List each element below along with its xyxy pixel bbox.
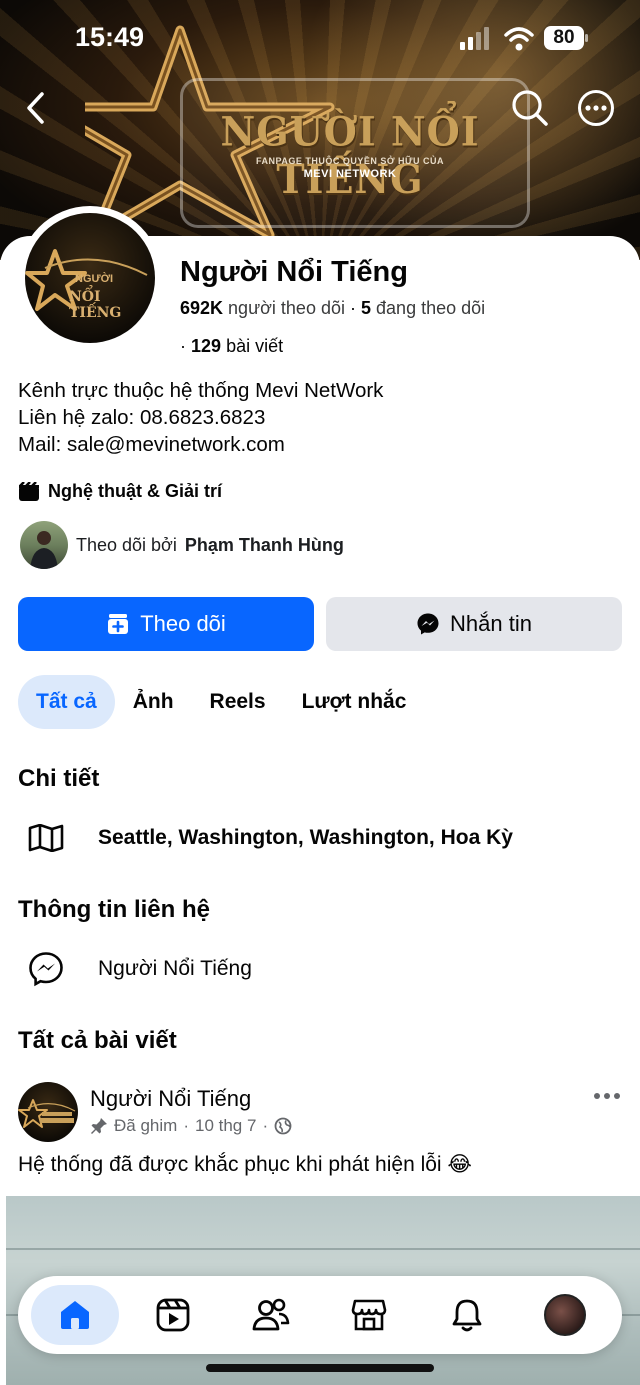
more-horizontal-icon bbox=[578, 90, 614, 126]
chevron-left-icon bbox=[27, 92, 44, 124]
post-meta: Đã ghim · 10 thg 7 · bbox=[90, 1116, 292, 1136]
nav-home[interactable] bbox=[31, 1285, 119, 1345]
my-avatar bbox=[544, 1294, 586, 1336]
person-photo bbox=[30, 531, 58, 569]
message-button[interactable]: Nhắn tin bbox=[326, 597, 622, 651]
followed-by-prefix: Theo dõi bởi bbox=[76, 534, 177, 555]
follow-button[interactable]: Theo dõi bbox=[18, 597, 314, 651]
page-name: Người Nổi Tiếng bbox=[180, 256, 408, 288]
bio-line: Kênh trực thuộc hệ thống Mevi NetWork bbox=[18, 379, 384, 402]
followers-count: 692K bbox=[180, 298, 224, 318]
profile-tabs: Tất cả Ảnh Reels Lượt nhắc bbox=[18, 675, 424, 729]
post-date[interactable]: 10 thg 7 bbox=[195, 1116, 256, 1136]
post-author-name[interactable]: Người Nổi Tiếng bbox=[90, 1086, 251, 1112]
logo-line1: NGƯỜI bbox=[75, 273, 114, 285]
dot-separator: · bbox=[350, 298, 361, 318]
messenger-icon bbox=[417, 613, 439, 635]
tab-photos[interactable]: Ảnh bbox=[115, 675, 192, 729]
posts-count: 129 bbox=[191, 336, 222, 356]
map-icon bbox=[26, 818, 66, 858]
profile-avatar[interactable]: NGƯỜI NỔI TIẾNG bbox=[18, 206, 162, 350]
messenger-row[interactable]: Người Nổi Tiếng bbox=[26, 949, 252, 989]
tab-reels[interactable]: Reels bbox=[192, 675, 284, 729]
friends-icon bbox=[252, 1298, 290, 1331]
category: Nghệ thuật & Giải trí bbox=[18, 481, 222, 502]
post-text: Hệ thống đã được khắc phục khi phát hiện… bbox=[18, 1153, 472, 1176]
signal-icon bbox=[460, 27, 489, 50]
following-label: đang theo dõi bbox=[376, 298, 486, 318]
cover-network: MEVI NETWORK bbox=[303, 168, 397, 180]
pinned-label: Đã ghim bbox=[114, 1116, 178, 1135]
tab-mentions[interactable]: Lượt nhắc bbox=[284, 675, 425, 729]
logo-line2: NỔI TIẾNG bbox=[69, 289, 122, 321]
dot-separator: · bbox=[180, 336, 191, 356]
pin-icon bbox=[91, 1118, 107, 1134]
nav-marketplace[interactable] bbox=[325, 1285, 413, 1345]
avatar-logo: NGƯỜI NỔI TIẾNG bbox=[25, 213, 155, 343]
following-count: 5 bbox=[361, 298, 372, 318]
post-stats: · 129 bài viết bbox=[180, 336, 283, 357]
follow-page-icon bbox=[108, 614, 129, 634]
search-button[interactable] bbox=[508, 86, 552, 130]
status-time: 15:49 bbox=[75, 22, 145, 52]
battery-level: 80 bbox=[553, 27, 575, 48]
globe-icon bbox=[274, 1117, 292, 1135]
bio-line: Mail: sale@mevinetwork.com bbox=[18, 433, 285, 456]
details-title: Chi tiết bbox=[18, 765, 100, 792]
nav-reels[interactable] bbox=[129, 1285, 217, 1345]
logo-star-icon bbox=[18, 1099, 76, 1128]
nav-notifications[interactable] bbox=[423, 1285, 511, 1345]
messenger-name: Người Nổi Tiếng bbox=[98, 957, 252, 980]
followed-by[interactable]: Theo dõi bởi Phạm Thanh Hùng bbox=[20, 521, 344, 569]
post-options-button[interactable] bbox=[590, 1084, 624, 1108]
marketplace-icon bbox=[351, 1299, 387, 1331]
friend-avatar[interactable] bbox=[20, 521, 68, 569]
bio: Kênh trực thuộc hệ thống Mevi NetWork Li… bbox=[18, 377, 383, 458]
nav-friends[interactable] bbox=[227, 1285, 315, 1345]
follow-stats[interactable]: 692K người theo dõi · 5 đang theo dõi bbox=[180, 298, 485, 319]
back-button[interactable] bbox=[14, 86, 58, 130]
all-posts-title: Tất cả bài viết bbox=[18, 1027, 177, 1054]
tab-all[interactable]: Tất cả bbox=[18, 675, 115, 729]
posts-label: bài viết bbox=[226, 336, 284, 356]
more-horizontal-icon bbox=[594, 1093, 620, 1099]
cover-title: NGƯỜI NỔI TIẾNG bbox=[220, 107, 480, 203]
bell-icon bbox=[452, 1299, 482, 1332]
dot-separator: · bbox=[183, 1116, 189, 1135]
home-indicator bbox=[206, 1364, 434, 1372]
dot-separator: · bbox=[262, 1116, 269, 1135]
follow-label: Theo dõi bbox=[140, 611, 226, 636]
messenger-outline-icon bbox=[26, 949, 66, 989]
followed-by-name[interactable]: Phạm Thanh Hùng bbox=[185, 535, 344, 556]
cover-subtitle: FANPAGE THUỘC QUYỀN SỞ HỮU CỦA bbox=[256, 156, 444, 166]
contact-title: Thông tin liên hệ bbox=[18, 896, 210, 923]
clapperboard-icon bbox=[19, 481, 39, 501]
home-icon bbox=[61, 1301, 89, 1329]
nav-profile[interactable] bbox=[521, 1285, 609, 1345]
message-label: Nhắn tin bbox=[450, 611, 532, 636]
followers-label: người theo dõi bbox=[228, 298, 345, 318]
bio-line: Liên hệ zalo: 08.6823.6823 bbox=[18, 406, 266, 429]
bottom-nav bbox=[18, 1276, 622, 1354]
category-label: Nghệ thuật & Giải trí bbox=[48, 481, 223, 501]
post-author-avatar[interactable] bbox=[18, 1082, 78, 1142]
image-line bbox=[6, 1248, 640, 1250]
location-row[interactable]: Seattle, Washington, Washington, Hoa Kỳ bbox=[26, 818, 513, 858]
reels-icon bbox=[156, 1298, 190, 1332]
more-options-button[interactable] bbox=[574, 86, 618, 130]
wifi-icon bbox=[504, 27, 534, 51]
location-text: Seattle, Washington, Washington, Hoa Kỳ bbox=[98, 826, 513, 849]
search-icon bbox=[512, 90, 548, 126]
